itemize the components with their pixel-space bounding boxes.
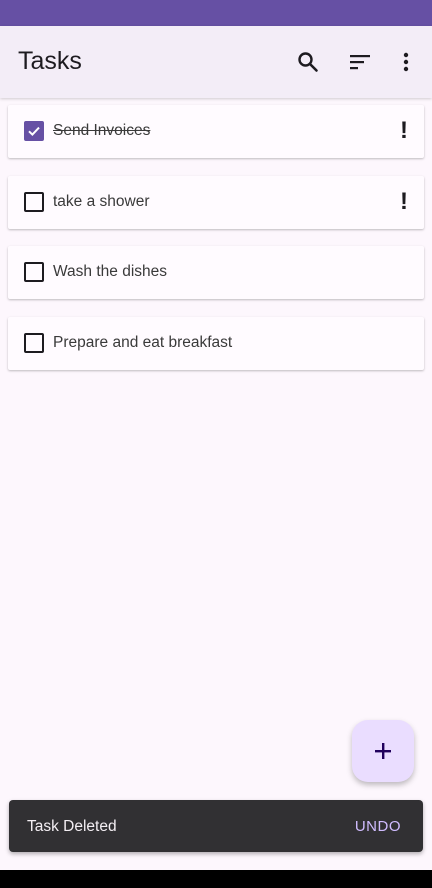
page-title: Tasks [18,47,82,75]
plus-icon [375,743,391,759]
task-item[interactable]: take a shower ! [8,175,424,229]
more-options-button[interactable] [386,42,426,82]
more-vert-icon [403,52,409,72]
priority-icon: ! [400,187,408,215]
task-item[interactable]: Send Invoices ! [8,105,424,158]
task-checkbox[interactable] [24,121,44,141]
task-list: Send Invoices ! take a shower ! Wash the… [8,105,424,387]
task-checkbox[interactable] [24,332,44,353]
snackbar: Task Deleted UNDO [9,800,423,852]
sort-button[interactable] [340,42,380,82]
sort-icon [350,55,370,70]
snackbar-message: Task Deleted [27,818,117,835]
task-label: Prepare and eat breakfast [53,333,233,351]
priority-icon: ! [400,117,408,144]
task-item[interactable]: Wash the dishes [8,246,424,299]
check-icon [28,126,40,137]
search-button[interactable] [288,42,328,82]
task-checkbox[interactable] [24,262,44,282]
app-bar: Tasks [0,26,432,98]
status-bar [0,0,432,26]
undo-button[interactable]: UNDO [355,818,401,835]
navigation-bar [0,870,432,888]
task-label: take a shower [53,192,150,210]
add-task-button[interactable] [352,720,414,782]
search-icon [298,52,318,72]
task-label: Send Invoices [53,122,151,139]
task-label: Wash the dishes [53,263,168,280]
task-item[interactable]: Prepare and eat breakfast [8,316,424,370]
task-checkbox[interactable] [24,191,44,212]
